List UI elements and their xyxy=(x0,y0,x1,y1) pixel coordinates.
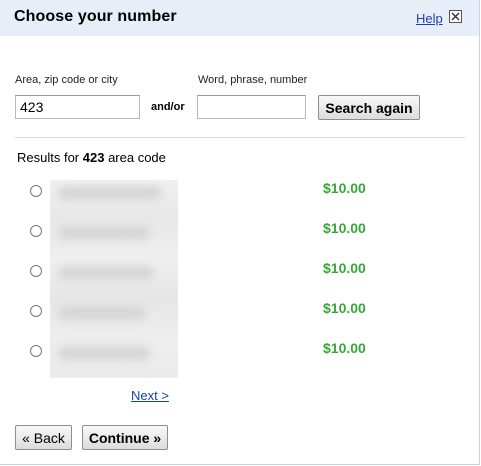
area-zip-city-input[interactable] xyxy=(15,95,140,119)
help-link[interactable]: Help xyxy=(416,11,443,26)
result-row[interactable]: $10.00 xyxy=(0,260,440,284)
result-price: $10.00 xyxy=(323,340,366,356)
result-row[interactable]: $10.00 xyxy=(0,220,440,244)
result-row[interactable]: $10.00 xyxy=(0,340,440,364)
search-again-button[interactable]: Search again xyxy=(318,95,420,120)
result-radio[interactable] xyxy=(30,225,42,237)
area-field-label: Area, zip code or city xyxy=(15,74,118,86)
close-icon[interactable] xyxy=(449,10,462,23)
word-field-label: Word, phrase, number xyxy=(198,74,308,86)
next-page-link[interactable]: Next > xyxy=(131,388,169,403)
result-row[interactable]: $10.00 xyxy=(0,300,440,324)
result-row[interactable]: $10.00 xyxy=(0,180,440,204)
result-price: $10.00 xyxy=(323,180,366,196)
result-price: $10.00 xyxy=(323,260,366,276)
dialog-title: Choose your number xyxy=(14,8,177,25)
results-header: Results for 423 area code xyxy=(17,150,166,165)
back-button[interactable]: « Back xyxy=(15,425,72,450)
divider xyxy=(15,137,465,138)
choose-number-dialog: Choose your number Help Area, zip code o… xyxy=(0,0,480,465)
results-prefix: Results for xyxy=(17,150,83,165)
results-query: 423 xyxy=(82,150,105,165)
word-phrase-number-input[interactable] xyxy=(197,95,306,119)
dialog-title-bar: Choose your number Help xyxy=(0,0,479,36)
result-radio[interactable] xyxy=(30,305,42,317)
result-price: $10.00 xyxy=(323,220,366,236)
results-suffix: area code xyxy=(104,150,166,165)
continue-button[interactable]: Continue » xyxy=(82,425,168,450)
result-radio[interactable] xyxy=(30,345,42,357)
result-radio[interactable] xyxy=(30,265,42,277)
result-price: $10.00 xyxy=(323,300,366,316)
result-radio[interactable] xyxy=(30,185,42,197)
and-or-label: and/or xyxy=(151,101,185,113)
